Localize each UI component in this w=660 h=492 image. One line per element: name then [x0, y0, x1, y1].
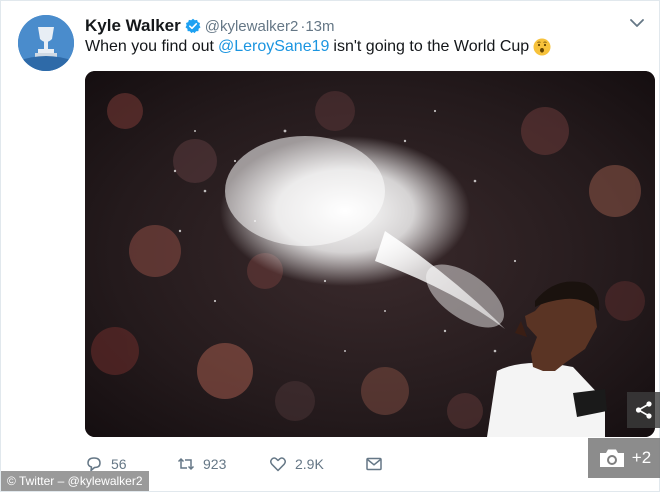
- heart-icon: [270, 457, 286, 472]
- author-name[interactable]: Kyle Walker: [85, 16, 181, 36]
- profile-avatar[interactable]: [18, 15, 74, 71]
- author-handle[interactable]: @kylewalker2: [205, 18, 299, 35]
- surprised-face-icon: [533, 38, 551, 56]
- share-icon: [635, 401, 652, 419]
- like-button[interactable]: 2.9K: [269, 455, 365, 473]
- verified-badge-icon: [185, 18, 201, 34]
- tweet-timestamp[interactable]: ·13m: [300, 18, 334, 35]
- chevron-down-icon[interactable]: [629, 15, 645, 31]
- avatar-image: [18, 15, 74, 71]
- retweet-button[interactable]: 923: [177, 455, 269, 473]
- envelope-icon: [366, 457, 382, 471]
- tweet-text-before: When you find out: [85, 38, 214, 55]
- tweet-card: Kyle Walker @kylewalker2 ·13m When you f…: [0, 0, 660, 492]
- like-count: 2.9K: [295, 456, 324, 472]
- tweet-text-after: isn't going to the World Cup: [333, 38, 530, 55]
- direct-message-button[interactable]: [365, 455, 383, 473]
- photo-count: +2: [631, 448, 652, 467]
- retweet-count: 923: [203, 456, 227, 472]
- mention-link[interactable]: @LeroySane19: [218, 38, 329, 56]
- retweet-icon: [177, 457, 195, 471]
- tweet-header: Kyle Walker @kylewalker2 ·13m: [85, 15, 335, 37]
- tweet-media-photo[interactable]: [85, 71, 655, 437]
- tweet-text: When you find out @LeroySane19 isn't goi…: [85, 38, 551, 56]
- camera-icon: [599, 449, 624, 467]
- photo-player-spraying-water: [85, 71, 655, 437]
- share-button[interactable]: [627, 392, 660, 428]
- more-photos-button[interactable]: +2: [588, 438, 660, 478]
- source-watermark: © Twitter – @kylewalker2: [1, 471, 149, 491]
- reply-count: 56: [111, 456, 127, 472]
